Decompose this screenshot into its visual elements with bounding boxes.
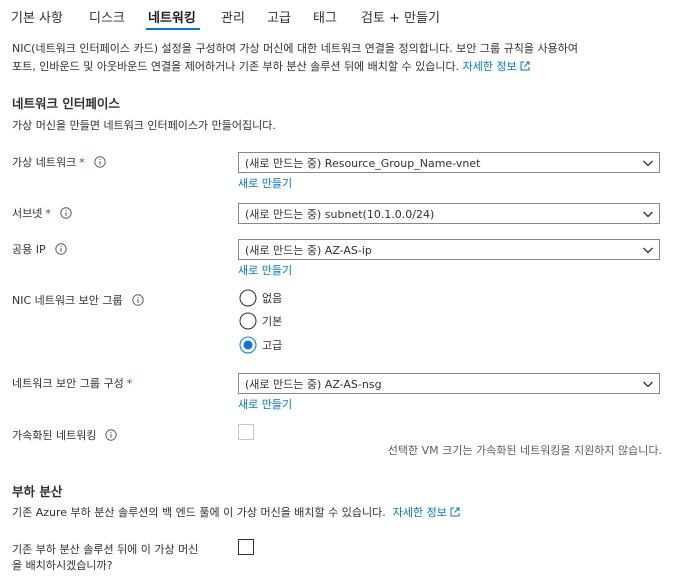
required-marker: *	[79, 156, 85, 169]
vnet-create-new-link[interactable]: 새로 만들기	[238, 175, 292, 191]
tab-advanced[interactable]: 고급	[267, 7, 291, 26]
intro-line-1: NIC(네트워크 인터페이스 카드) 설정을 구성하여 가상 머신에 대한 네트…	[12, 42, 578, 55]
external-link-icon	[450, 507, 460, 517]
tab-tags[interactable]: 태그	[313, 7, 337, 26]
tab-management[interactable]: 관리	[221, 7, 245, 26]
public-ip-value: (새로 만드는 중) AZ-AS-ip	[245, 244, 372, 257]
nsg-option-label: 없음	[262, 292, 283, 305]
info-icon[interactable]	[60, 207, 72, 219]
lb-description: 기존 Azure 부하 분산 솔루션의 백 엔드 풀에 이 가상 머신을 배치할…	[12, 505, 460, 521]
subnet-label: 서브넷 *	[12, 206, 72, 222]
subnet-value: (새로 만드는 중) subnet(10.1.0.0/24)	[245, 208, 435, 221]
accel-label: 가속화된 네트워킹	[12, 428, 118, 444]
public-ip-dropdown[interactable]: (새로 만드는 중) AZ-AS-ip	[238, 239, 660, 260]
tab-disks[interactable]: 디스크	[89, 7, 125, 26]
required-marker: *	[126, 377, 133, 390]
chevron-down-icon	[643, 381, 653, 388]
lb-question-label: 기존 부하 분산 솔루션 뒤에 이 가상 머신 을 배치하시겠습니까?	[12, 543, 199, 572]
accel-note: 선택한 VM 크기는 가속화된 네트워킹을 지원하지 않습니다.	[387, 444, 662, 457]
subnet-dropdown[interactable]: (새로 만드는 중) subnet(10.1.0.0/24)	[238, 203, 660, 224]
tab-review-create[interactable]: 검토 + 만들기	[361, 7, 440, 26]
chevron-down-icon	[643, 247, 653, 254]
intro-line-2: 포트, 인바운드 및 아웃바운드 연결을 제어하거나 기존 부하 분산 솔루션 …	[12, 58, 674, 76]
nsg-type-label: NIC 네트워크 보안 그룹	[12, 293, 144, 309]
tab-bar: 기본 사항 디스크 네트워킹 관리 고급 태그 검토 + 만들기	[0, 0, 682, 34]
intro-text: NIC(네트워크 인터페이스 카드) 설정을 구성하여 가상 머신에 대한 네트…	[12, 40, 674, 76]
nic-section-description: 가상 머신을 만들면 네트워크 인터페이스가 만들어집니다.	[12, 119, 276, 132]
info-icon[interactable]	[54, 243, 67, 255]
info-icon[interactable]	[131, 294, 144, 306]
tab-networking[interactable]: 네트워킹	[148, 7, 196, 26]
chevron-down-icon	[643, 211, 653, 218]
vnet-value: (새로 만드는 중) Resource_Group_Name-vnet	[245, 157, 481, 170]
lb-learn-more-link[interactable]: 자세한 정보	[393, 506, 460, 519]
chevron-down-icon	[643, 160, 653, 167]
required-marker: *	[45, 207, 51, 220]
external-link-icon	[520, 61, 530, 71]
vnet-label: 가상 네트워크 *	[12, 155, 106, 171]
vnet-dropdown[interactable]: (새로 만드는 중) Resource_Group_Name-vnet	[238, 152, 660, 173]
radio-selected-icon[interactable]	[238, 335, 258, 355]
nsg-create-new-link[interactable]: 새로 만들기	[238, 396, 292, 412]
radio-unselected-icon[interactable]	[238, 288, 258, 308]
lb-section-title: 부하 분산	[12, 484, 63, 499]
public-ip-create-new-link[interactable]: 새로 만들기	[238, 262, 292, 278]
nsg-config-label: 네트워크 보안 그룹 구성 *	[12, 377, 133, 390]
learn-more-link[interactable]: 자세한 정보	[463, 60, 530, 73]
nsg-option-label: 고급	[262, 339, 283, 352]
active-tab-indicator	[146, 28, 200, 30]
nic-section-title: 네트워크 인터페이스	[12, 96, 120, 111]
tab-basics[interactable]: 기본 사항	[11, 7, 63, 26]
radio-unselected-icon[interactable]	[238, 311, 258, 331]
nsg-option-label: 기본	[262, 315, 283, 328]
info-icon[interactable]	[105, 429, 118, 441]
accel-checkbox	[238, 424, 254, 440]
nsg-config-dropdown[interactable]: (새로 만드는 중) AZ-AS-nsg	[238, 373, 660, 394]
info-icon[interactable]	[94, 156, 106, 168]
lb-checkbox[interactable]	[238, 539, 254, 555]
public-ip-label: 공용 IP	[12, 242, 67, 258]
nsg-config-value: (새로 만드는 중) AZ-AS-nsg	[245, 378, 382, 391]
